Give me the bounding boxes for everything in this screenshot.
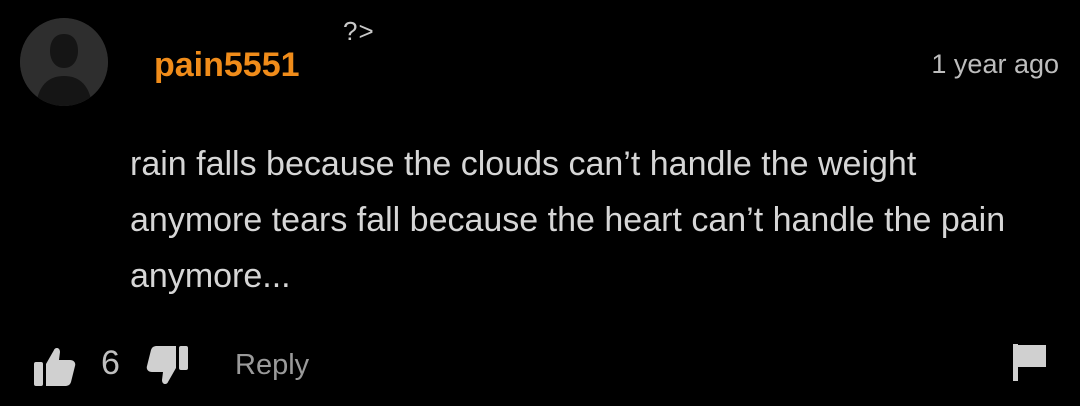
avatar[interactable]	[20, 18, 108, 106]
thumbs-up-icon	[34, 347, 76, 386]
dislike-button[interactable]	[144, 344, 192, 388]
user-silhouette-icon	[20, 18, 108, 106]
report-flag-button[interactable]	[1010, 342, 1050, 382]
comment-timestamp: 1 year ago	[931, 49, 1059, 79]
comment-username[interactable]: pain5551	[154, 46, 300, 85]
reply-button[interactable]: Reply	[235, 349, 309, 382]
comment-body: rain falls because the clouds can’t hand…	[130, 145, 1006, 295]
comment-card: ?> pain5551 1 year ago rain falls becaus…	[0, 0, 1080, 406]
stray-tag-text: ?>	[343, 16, 375, 46]
comment-actions: 6 Reply	[0, 330, 1080, 400]
like-count: 6	[101, 344, 120, 382]
like-button[interactable]	[30, 344, 78, 388]
thumbs-down-icon	[146, 346, 188, 385]
flag-icon	[1013, 344, 1046, 381]
